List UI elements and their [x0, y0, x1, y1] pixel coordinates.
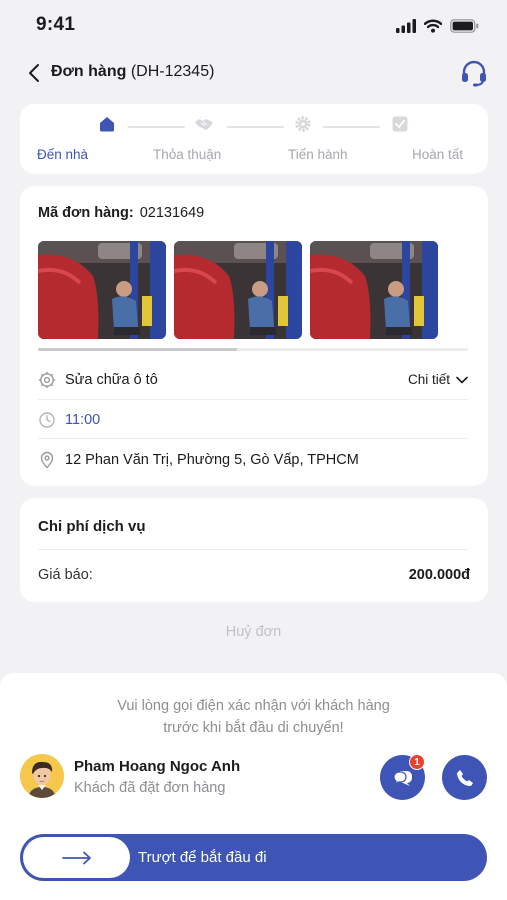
detail-label: Chi tiết: [407, 372, 450, 387]
checkbox-icon: [392, 116, 408, 132]
quote-label: Giá báo:: [38, 567, 93, 583]
car-repair-image: [174, 241, 302, 339]
step-connector: [227, 126, 284, 128]
service-address: 12 Phan Văn Trị, Phường 5, Gò Vấp, TPHCM: [65, 452, 359, 468]
call-button[interactable]: [442, 755, 487, 800]
slider-handle[interactable]: [23, 837, 130, 878]
page-title: Đơn hàng (DH-12345): [51, 63, 214, 81]
service-row-icon: [38, 371, 56, 389]
step-label-progress: Tiến hành: [288, 147, 348, 162]
chat-bubbles-icon: [392, 770, 412, 786]
address-row-icon: [38, 451, 56, 469]
quote-value: 200.000đ: [408, 567, 470, 583]
wifi-icon: [424, 19, 442, 33]
arrow-right-icon: [61, 851, 91, 864]
status-icons: [396, 18, 479, 34]
order-code-label: Mã đơn hàng:: [38, 205, 134, 221]
back-button[interactable]: [22, 60, 46, 86]
call-notice: Vui lòng gọi điện xác nhận với khách hàn…: [60, 695, 447, 739]
signal-icon: [396, 19, 416, 33]
chevron-left-icon: [29, 64, 39, 82]
order-photo[interactable]: [310, 241, 438, 339]
cost-title: Chi phí dịch vụ: [38, 518, 146, 535]
call-notice-line: trước khi bắt đầu di chuyển!: [163, 720, 344, 736]
gear-outline-icon: [38, 371, 56, 389]
chevron-down-icon: [456, 376, 468, 383]
step-connector: [128, 126, 185, 128]
cost-divider: [38, 549, 468, 550]
support-button[interactable]: [459, 59, 489, 89]
phone-icon: [456, 769, 473, 786]
service-name: Sửa chữa ô tô: [65, 372, 158, 388]
appointment-time: 11:00: [65, 412, 101, 428]
order-ref: (DH-12345): [130, 63, 215, 80]
car-repair-image: [38, 241, 166, 339]
step-connector: [323, 126, 380, 128]
customer-status: Khách đã đặt đơn hàng: [74, 780, 226, 796]
page-title-label: Đơn hàng: [51, 63, 127, 80]
order-photo[interactable]: [38, 241, 166, 339]
handshake-icon: [195, 119, 213, 130]
order-code-value: 02131649: [139, 205, 205, 221]
location-pin-icon: [40, 451, 54, 469]
headset-icon: [462, 60, 486, 87]
time-row-icon: [38, 411, 56, 429]
status-time: 9:41: [36, 14, 76, 35]
clock-icon: [39, 412, 55, 428]
row-divider: [38, 399, 468, 400]
car-repair-image: [310, 241, 438, 339]
customer-name: Pham Hoang Ngoc Anh: [74, 758, 241, 775]
slider-label: Trượt để bắt đầu đi: [138, 849, 267, 866]
cancel-order-button[interactable]: Huỷ đơn: [0, 624, 507, 640]
step-icon-gear: [293, 114, 313, 134]
order-photo[interactable]: [174, 241, 302, 339]
detail-toggle[interactable]: Chi tiết: [408, 372, 468, 387]
photo-scrollbar-thumb[interactable]: [38, 348, 237, 351]
step-icon-checkbox: [390, 114, 410, 134]
step-label-agree: Thỏa thuận: [153, 147, 222, 162]
customer-avatar-illustration: [20, 754, 64, 798]
row-divider: [38, 438, 468, 439]
step-icon-handshake: [194, 114, 214, 134]
step-icon-house: [97, 114, 117, 134]
avatar: [20, 754, 64, 798]
chat-unread-badge: 1: [409, 754, 425, 770]
progress-stepper: [20, 104, 488, 174]
step-label-complete: Hoàn tất: [412, 147, 464, 162]
house-icon: [100, 117, 114, 132]
step-label-arrive: Đến nhà: [37, 147, 89, 162]
battery-icon: [450, 19, 479, 33]
cost-card: [20, 498, 488, 602]
call-notice-line: Vui lòng gọi điện xác nhận với khách hàn…: [117, 698, 390, 714]
order-code: Mã đơn hàng: 02131649: [38, 205, 204, 221]
gear-icon: [295, 116, 311, 132]
